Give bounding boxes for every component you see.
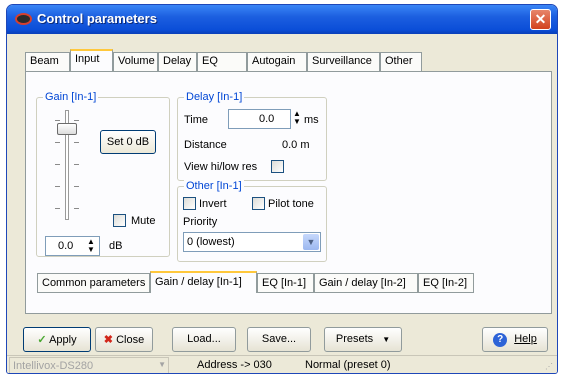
subtab-eq-in2[interactable]: EQ [In-2] xyxy=(418,273,474,293)
view-hi-low-res-checkbox[interactable] xyxy=(271,160,284,173)
help-label: Help xyxy=(514,333,537,345)
title-bar[interactable]: Control parameters ✕ xyxy=(7,5,557,34)
time-value-field[interactable]: 0.0 xyxy=(228,109,291,129)
subtab-eq-in1[interactable]: EQ [In-1] xyxy=(257,273,314,293)
device-name: Intellivox-DS280 xyxy=(13,360,94,372)
tab-surveillance[interactable]: Surveillance xyxy=(307,52,380,71)
view-hi-low-res-label: View hi/low res xyxy=(184,161,258,173)
time-label: Time xyxy=(184,114,209,126)
dropdown-arrow-icon: ▼ xyxy=(382,335,391,344)
subtab-gain-delay-in1[interactable]: Gain / delay [In-1] xyxy=(150,271,257,293)
close-label: Close xyxy=(116,334,145,346)
time-unit-label: ms xyxy=(304,114,319,126)
delay-group: Delay [In-1] Time 0.0 ▲ ▼ ms Distance 0.… xyxy=(177,91,327,181)
other-group-title: Other [In-1] xyxy=(184,180,244,192)
help-button[interactable]: ? Help xyxy=(482,327,548,352)
gain-unit-label: dB xyxy=(109,240,123,252)
gain-group: Gain [In-1] Set 0 dB Mute 0.0 ▲ ▼ dB xyxy=(36,91,170,257)
address-text: Address -> 030 xyxy=(197,359,272,371)
load-button[interactable]: Load... xyxy=(172,327,236,352)
subtab-common-parameters[interactable]: Common parameters xyxy=(37,273,150,293)
gain-group-title: Gain [In-1] xyxy=(43,91,99,103)
time-value: 0.0 xyxy=(259,113,275,125)
distance-label: Distance xyxy=(184,139,227,151)
other-group: Other [In-1] Invert Pilot tone Priority … xyxy=(177,180,327,262)
mute-label: Mute xyxy=(131,215,156,227)
chevron-down-icon[interactable]: ▼ xyxy=(303,234,319,250)
priority-label: Priority xyxy=(183,216,218,228)
subtab-gain-delay-in2[interactable]: Gain / delay [In-2] xyxy=(314,273,418,293)
close-button[interactable]: ✖ Close xyxy=(95,327,153,352)
resize-grip-icon[interactable]: ⋰ xyxy=(545,362,553,371)
presets-dropdown-button[interactable]: Presets ▼ xyxy=(324,327,402,352)
set-0db-button[interactable]: Set 0 dB xyxy=(100,130,156,154)
invert-checkbox[interactable] xyxy=(183,197,196,210)
gain-value: 0.0 xyxy=(58,240,74,252)
checkmark-icon: ✓ xyxy=(37,334,47,346)
delay-group-title: Delay [In-1] xyxy=(184,91,245,103)
gain-slider-thumb[interactable] xyxy=(57,123,77,135)
mode-text: Normal (preset 0) xyxy=(305,359,391,371)
status-bar: Intellivox-DS280 ▼ Address -> 030 Normal… xyxy=(7,355,557,373)
device-select[interactable]: Intellivox-DS280 ▼ xyxy=(9,357,169,373)
tab-beam[interactable]: Beam xyxy=(25,52,70,71)
apply-label: Apply xyxy=(49,334,77,346)
app-icon xyxy=(15,13,32,25)
save-button[interactable]: Save... xyxy=(247,327,311,352)
priority-value: 0 (lowest) xyxy=(187,236,235,248)
tab-other[interactable]: Other xyxy=(380,52,422,71)
apply-button[interactable]: ✓ Apply xyxy=(23,327,91,352)
pilot-tone-label: Pilot tone xyxy=(268,198,314,210)
window-close-button[interactable]: ✕ xyxy=(530,9,551,30)
invert-label: Invert xyxy=(199,198,227,210)
gain-value-field[interactable]: 0.0 ▲ ▼ xyxy=(45,236,100,256)
distance-value: 0.0 m xyxy=(282,139,310,151)
tab-volume[interactable]: Volume xyxy=(113,52,158,71)
tab-input[interactable]: Input xyxy=(70,49,113,71)
control-parameters-window: Control parameters ✕ Beam Input Volume D… xyxy=(6,4,558,374)
window-title: Control parameters xyxy=(37,11,157,26)
tab-autogain[interactable]: Autogain xyxy=(247,52,307,71)
tab-eq[interactable]: EQ xyxy=(197,52,247,71)
pilot-tone-checkbox[interactable] xyxy=(252,197,265,210)
tab-delay[interactable]: Delay xyxy=(158,52,197,71)
time-spin-down-icon[interactable]: ▼ xyxy=(293,118,301,126)
device-chevron-icon: ▼ xyxy=(158,360,166,369)
gain-spin-down-icon[interactable]: ▼ xyxy=(87,246,95,254)
help-icon: ? xyxy=(493,333,508,347)
close-x-icon: ✖ xyxy=(103,334,114,346)
priority-select[interactable]: 0 (lowest) ▼ xyxy=(183,232,321,252)
mute-checkbox[interactable] xyxy=(113,214,126,227)
presets-label: Presets xyxy=(335,333,374,345)
